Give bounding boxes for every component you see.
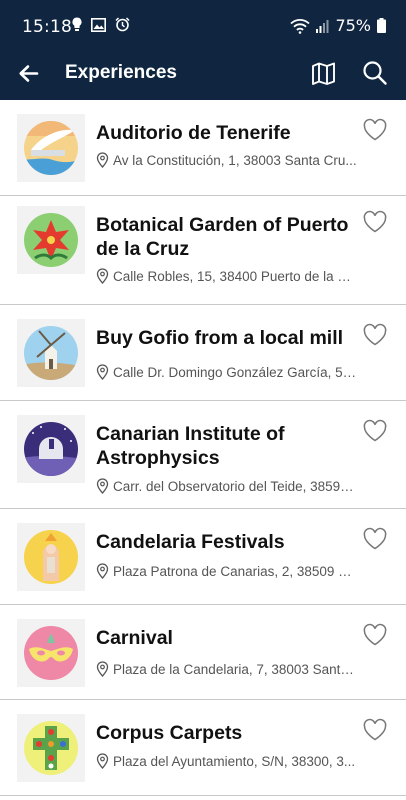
thumbnail [17, 114, 85, 182]
item-address-text: Carr. del Observatorio del Teide, 38591.… [113, 478, 358, 494]
location-pin-icon [96, 563, 109, 579]
thumbnail [17, 206, 85, 274]
status-time: 15:18 [22, 17, 72, 37]
map-icon [312, 62, 335, 85]
status-right: 75% [290, 16, 386, 35]
item-title: Corpus Carpets [96, 722, 243, 744]
image-icon [91, 17, 106, 32]
item-address: Plaza Patrona de Canarias, 2, 38509 C... [96, 563, 358, 579]
item-address-text: Calle Dr. Domingo González García, 5, ..… [113, 364, 358, 380]
thumbnail [17, 415, 85, 483]
heart-icon[interactable] [362, 323, 388, 347]
item-address: Calle Robles, 15, 38400 Puerto de la Cr.… [96, 268, 358, 284]
heart-icon[interactable] [362, 527, 388, 551]
thumbnail [17, 319, 85, 387]
app-header: 15:18 75% Experiences [0, 0, 406, 100]
arrow-left-icon [19, 65, 39, 82]
flower-icon [24, 213, 78, 267]
experiences-list: Auditorio de Tenerife Av la Constitución… [0, 100, 406, 796]
item-address-text: Plaza Patrona de Canarias, 2, 38509 C... [113, 563, 358, 579]
list-item[interactable]: Auditorio de Tenerife Av la Constitución… [0, 100, 406, 196]
back-button[interactable] [14, 59, 44, 89]
list-item[interactable]: Canarian Institute of Astrophysics Carr.… [0, 401, 406, 509]
location-pin-icon [96, 753, 109, 769]
wifi-calling-icon [290, 18, 311, 34]
heart-icon[interactable] [362, 118, 388, 142]
battery-icon [377, 18, 386, 33]
auditorium-icon [24, 121, 78, 175]
heart-icon[interactable] [362, 210, 388, 234]
alarm-icon [115, 17, 130, 32]
heart-icon[interactable] [362, 623, 388, 647]
item-address-text: Plaza del Ayuntamiento, S/N, 38300, 3... [113, 753, 356, 769]
heart-icon[interactable] [362, 419, 388, 443]
virgin-icon [24, 530, 78, 584]
item-title: Canarian Institute of Astrophysics [96, 423, 285, 469]
status-bar: 15:18 75% [0, 0, 406, 50]
heart-icon[interactable] [362, 718, 388, 742]
location-pin-icon [96, 152, 109, 168]
search-button[interactable] [360, 58, 390, 88]
thumbnail [17, 619, 85, 687]
thumbnail [17, 714, 85, 782]
item-title: Buy Gofio from a local mill [96, 327, 344, 349]
flower-cross-icon [24, 721, 78, 775]
item-title: Auditorio de Tenerife [96, 122, 291, 144]
list-item[interactable]: Carnival Plaza de la Candelaria, 7, 3800… [0, 605, 406, 700]
location-pin-icon [96, 478, 109, 494]
carnival-mask-icon [24, 626, 78, 680]
item-address-text: Calle Robles, 15, 38400 Puerto de la Cr.… [113, 268, 358, 284]
observatory-icon [24, 422, 78, 476]
signal-icon [316, 19, 329, 33]
location-pin-icon [96, 364, 109, 380]
list-item[interactable]: Corpus Carpets Plaza del Ayuntamiento, S… [0, 700, 406, 796]
item-address: Plaza de la Candelaria, 7, 38003 Santa..… [96, 661, 358, 677]
item-address: Av la Constitución, 1, 38003 Santa Cru..… [96, 152, 358, 168]
list-item[interactable]: Candelaria Festivals Plaza Patrona de Ca… [0, 509, 406, 605]
map-button[interactable] [309, 59, 339, 89]
battery-percent: 75% [335, 16, 371, 35]
list-item[interactable]: Buy Gofio from a local mill Calle Dr. Do… [0, 305, 406, 401]
toolbar: Experiences [0, 50, 406, 100]
item-title: Carnival [96, 627, 173, 649]
thumbnail [17, 523, 85, 591]
item-address-text: Plaza de la Candelaria, 7, 38003 Santa..… [113, 661, 358, 677]
item-title: Botanical Garden of Puerto de la Cruz [96, 214, 349, 260]
windmill-icon [24, 326, 78, 380]
item-address-text: Av la Constitución, 1, 38003 Santa Cru..… [113, 152, 357, 168]
item-address: Plaza del Ayuntamiento, S/N, 38300, 3... [96, 753, 358, 769]
item-title: Candelaria Festivals [96, 531, 285, 553]
item-address: Carr. del Observatorio del Teide, 38591.… [96, 478, 358, 494]
location-pin-icon [96, 268, 109, 284]
page-title: Experiences [65, 62, 177, 83]
list-item[interactable]: Botanical Garden of Puerto de la Cruz Ca… [0, 196, 406, 305]
location-pin-icon [96, 661, 109, 677]
search-icon [363, 61, 387, 85]
item-address: Calle Dr. Domingo González García, 5, ..… [96, 364, 358, 380]
bulb-icon [72, 17, 82, 31]
status-icons [72, 17, 130, 32]
